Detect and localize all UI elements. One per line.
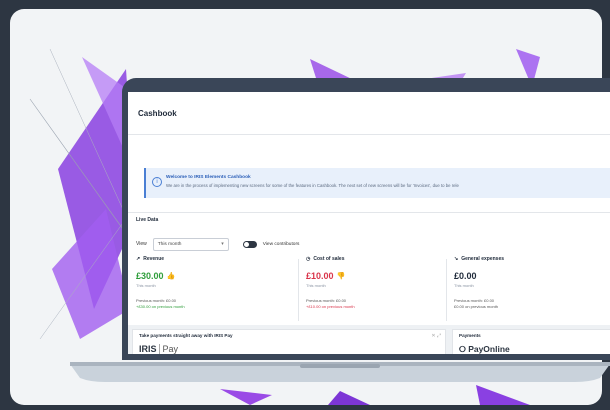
metric-period: This month: [136, 283, 156, 288]
payments-title: Payments: [459, 333, 481, 338]
metric-title: Cost of sales: [313, 256, 345, 262]
revenue-metric[interactable]: ↗ Revenue £30.00 👍 This month Previous mon…: [136, 256, 286, 328]
metric-period: This month: [306, 283, 326, 288]
payonline-icon: ⭘: [459, 344, 466, 354]
metric-value-row: £10.00 👎: [306, 271, 456, 281]
trend-down-icon: ↘: [454, 256, 459, 262]
page-title: Cashbook: [138, 108, 177, 118]
cost-of-sales-metric[interactable]: ◷ Cost of sales £10.00 👎 This month Previo…: [306, 256, 456, 328]
expand-icon[interactable]: ⤢: [437, 333, 441, 339]
divider: [298, 259, 299, 321]
live-data-label: Live Data: [136, 217, 159, 223]
metric-change: £0.00 on previous month: [454, 304, 499, 309]
welcome-notice: i Welcome to IRIS Elements Cashbook We a…: [144, 168, 610, 198]
card-actions[interactable]: ✕ ⤢: [431, 333, 441, 339]
metric-period: This month: [454, 283, 474, 288]
laptop-frame: Cashbook i Welcome to IRIS Elements Cash…: [122, 78, 610, 360]
metric-value: £10.00: [306, 271, 334, 281]
metric-title: General expenses: [461, 256, 505, 262]
iris-pay-logo: IRIS Pay: [139, 344, 179, 354]
general-expenses-metric[interactable]: ↘ General expenses £0.00 This month Previ…: [454, 256, 604, 328]
metric-previous: Previous month: £0.00: [454, 298, 495, 303]
info-icon: i: [152, 177, 162, 187]
metric-previous: Previous month: £0.00: [306, 298, 347, 303]
payments-panel[interactable]: Payments ⭘ PayOnline: [452, 329, 610, 354]
pay-logo-text: Pay: [158, 344, 179, 354]
metric-change: +£30.00 on previous month: [136, 304, 185, 309]
period-select[interactable]: This month: [152, 237, 229, 251]
app-screen: Cashbook i Welcome to IRIS Elements Cash…: [128, 92, 610, 354]
contributors-label: View contributors: [262, 241, 300, 247]
metric-value-row: £0.00: [454, 271, 604, 281]
trend-up-icon: ↗: [136, 256, 141, 262]
iris-pay-card[interactable]: Take payments straight away with IRIS Pa…: [132, 329, 446, 354]
view-label: View: [136, 241, 147, 247]
notice-body: We are in the process of implementing ne…: [166, 183, 459, 188]
divider: [446, 259, 447, 321]
payments-row: Take payments straight away with IRIS Pa…: [128, 325, 610, 354]
payonline-logo: ⭘ PayOnline: [459, 344, 510, 354]
close-icon[interactable]: ✕: [431, 333, 435, 339]
header: Cashbook: [128, 92, 610, 135]
laptop-base: [70, 362, 610, 382]
metric-value: £0.00: [454, 271, 477, 281]
thumbs-down-icon: 👎: [336, 273, 346, 280]
payonline-text: PayOnline: [468, 344, 510, 354]
metric-previous: Previous month: £0.00: [136, 298, 177, 303]
metric-change: +£10.00 on previous month: [306, 304, 355, 309]
metric-value: £30.00: [136, 271, 164, 281]
metric-title: Revenue: [143, 256, 165, 262]
iris-pay-title: Take payments straight away with IRIS Pa…: [139, 333, 233, 338]
notice-title: Welcome to IRIS Elements Cashbook: [166, 175, 251, 180]
thumbs-up-icon: 👍: [166, 273, 176, 280]
clock-icon: ◷: [306, 256, 311, 262]
view-row: View This month View contributors: [136, 237, 299, 251]
metric-value-row: £30.00 👍: [136, 271, 286, 281]
iris-logo-text: IRIS: [139, 344, 157, 354]
contributors-toggle[interactable]: [242, 240, 257, 248]
